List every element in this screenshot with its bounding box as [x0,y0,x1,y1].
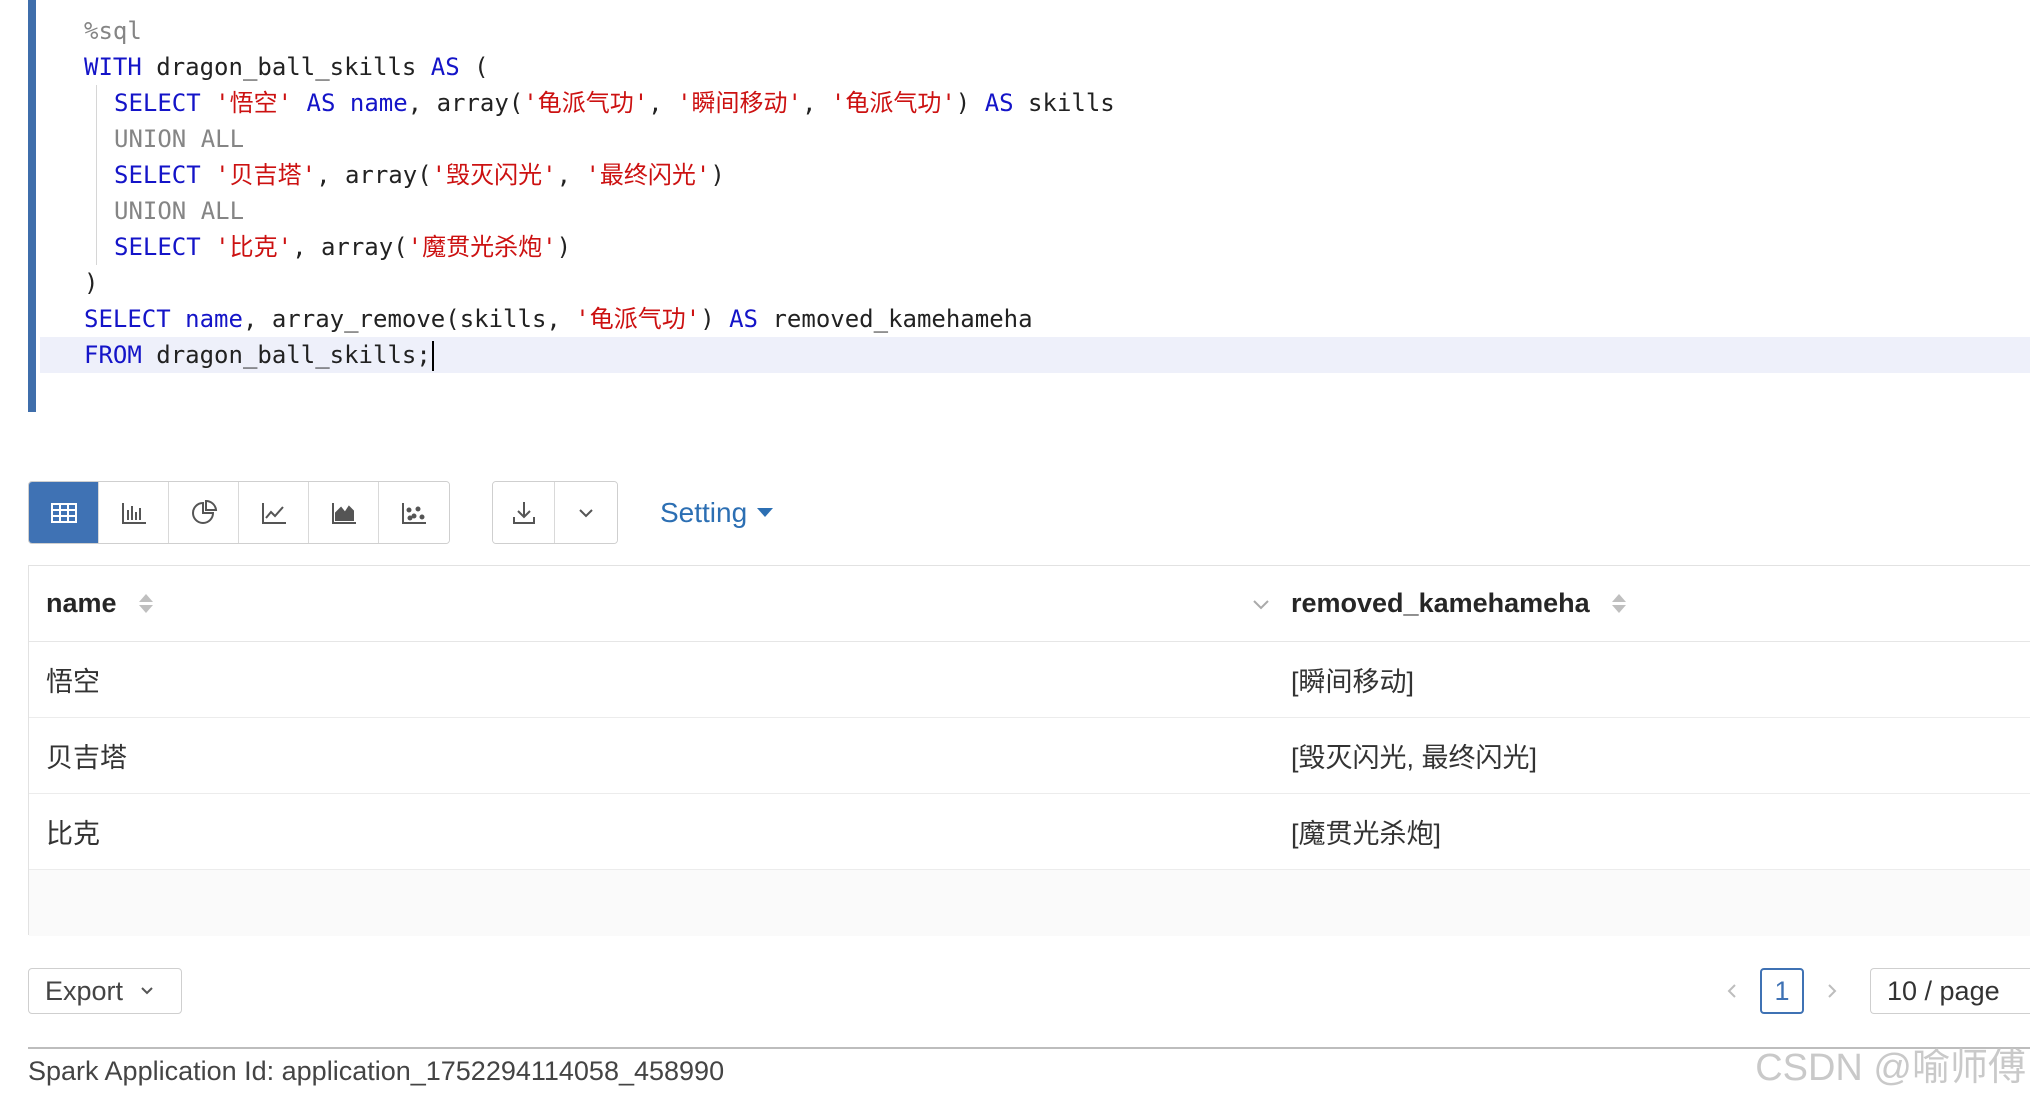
pie-chart-icon [191,499,217,524]
download-dropdown-button[interactable] [555,482,617,543]
code-line-6: UNION ALL [40,193,2030,229]
prev-page-button[interactable] [1712,968,1752,1014]
column-header-name[interactable]: name [29,588,1291,619]
code-line-9: SELECT name, array_remove(skills, '龟派气功'… [84,305,1033,333]
text-cursor [431,341,434,371]
watermark: CSDN @喻师傅 [1755,1047,2026,1089]
scatter-chart-icon [402,502,426,524]
code-editor[interactable]: %sql WITH dragon_ball_skills AS ( SELECT… [28,0,2030,412]
cell-name: 比克 [46,819,100,849]
spark-application-id: Spark Application Id: application_175229… [28,1056,725,1086]
code-line-2: WITH dragon_ball_skills AS ( [84,53,489,81]
download-group [492,481,618,544]
code-line-5: SELECT '贝吉塔', array('毁灭闪光', '最终闪光') [40,157,2030,193]
sort-icon[interactable] [138,594,153,613]
column-dropdown-icon[interactable] [1249,592,1273,616]
cell-removed-kamehameha: [毁灭闪光, 最终闪光] [1291,743,1538,773]
download-button[interactable] [493,482,555,543]
pie-chart-button[interactable] [169,482,239,543]
code-line-7: SELECT '比克', array('魔贯光杀炮') [40,229,2030,265]
code-lines[interactable]: %sql WITH dragon_ball_skills AS ( SELECT… [40,13,2030,373]
line-chart-button[interactable] [239,482,309,543]
table-header: name removed_kamehameha [29,566,2030,642]
download-icon [512,501,535,524]
table-row: 悟空 [瞬间移动] [29,642,2030,718]
result-table: name removed_kamehameha 悟空 [瞬间移动] 贝吉塔 [毁… [28,565,2030,936]
table-row: 比克 [魔贯光杀炮] [29,794,2030,870]
column-header-removed-kamehameha[interactable]: removed_kamehameha [1291,588,1626,619]
cell-removed-kamehameha: [瞬间移动] [1291,667,1415,697]
area-chart-icon [331,502,356,524]
area-chart-button[interactable] [309,482,379,543]
export-button[interactable]: Export [28,968,182,1014]
page-size-select[interactable]: 10 / page [1870,968,2030,1014]
setting-dropdown[interactable]: Setting [660,496,774,529]
bar-chart-icon [121,502,146,524]
footer-divider [28,1047,2030,1049]
cell-name: 贝吉塔 [46,743,127,773]
bar-chart-button[interactable] [99,482,169,543]
chevron-left-icon [1727,984,1736,998]
code-line-3: SELECT '悟空' AS name, array('龟派气功', '瞬间移动… [40,85,2030,121]
page-1-button[interactable]: 1 [1760,968,1804,1014]
line-chart-icon [261,502,286,524]
caret-down-icon [757,508,774,517]
code-line-8: ) [84,269,99,297]
scatter-chart-button[interactable] [379,482,449,543]
code-line-10: FROM dragon_ball_skills; [40,337,2030,373]
sort-icon[interactable] [1611,594,1626,613]
view-mode-group [28,481,450,544]
code-line-4: UNION ALL [40,121,2030,157]
table-view-button[interactable] [29,482,99,543]
cte-name: dragon_ball_skills [156,53,417,81]
setting-label: Setting [660,496,748,528]
chevron-down-icon [141,987,153,995]
result-toolbar: Setting [28,481,774,544]
editor-active-bar [28,0,36,412]
cell-removed-kamehameha: [魔贯光杀炮] [1291,819,1442,849]
chevron-right-icon [1828,984,1837,998]
code-line-1: %sql [40,13,2030,49]
table-empty-space [29,870,2030,936]
table-row: 贝吉塔 [毁灭闪光, 最终闪光] [29,718,2030,794]
cell-name: 悟空 [46,667,100,697]
pagination: 1 10 / page [1712,968,2030,1014]
next-page-button[interactable] [1812,968,1852,1014]
magic-command: %sql [84,17,142,45]
chevron-down-icon [579,508,593,517]
table-icon [50,502,77,523]
